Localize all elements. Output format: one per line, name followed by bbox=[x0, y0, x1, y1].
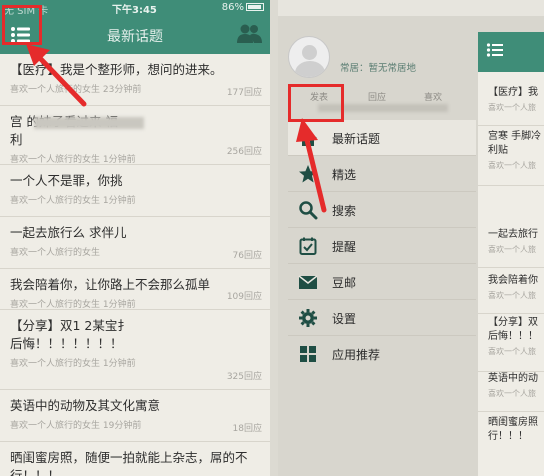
contacts-button[interactable] bbox=[236, 21, 262, 47]
topic-list-screen: 无 SIM 卡 下午3:45 86% 最新话题 【医疗】我是个整形师，想问的进来… bbox=[0, 0, 270, 476]
list-item[interactable]: 我会陪着你，让你路上不会那么孤单 喜欢一个人旅行的女生 1分钟前 109回应 bbox=[0, 269, 270, 310]
topic-title: 【医疗】我 bbox=[488, 87, 538, 98]
topic-title: 英语中的动 bbox=[488, 373, 538, 384]
reply-count: 109回应 bbox=[226, 292, 262, 302]
reply-count: 76回应 bbox=[232, 251, 262, 261]
topic-title: 晒闺蜜房照 行！！！ bbox=[488, 417, 538, 442]
resident-location: 常居：暂无常居地 bbox=[340, 63, 417, 74]
gear-icon bbox=[299, 309, 317, 327]
annotation-arrow bbox=[26, 44, 87, 107]
list-item[interactable]: 【分享】双 后悔！！！ 喜欢一个人旅 bbox=[478, 316, 544, 372]
topic-title: 一起去旅行么 求伴儿 bbox=[10, 225, 127, 240]
annotation-box bbox=[2, 5, 42, 45]
avatar-body bbox=[295, 61, 325, 77]
topic-title: 英语中的动物及其文化寓意 bbox=[10, 398, 161, 413]
menu-item-reminder[interactable]: 提醒 bbox=[288, 228, 476, 264]
topic-meta: 喜欢一个人旅 bbox=[488, 347, 536, 356]
clock-text: 下午3:45 bbox=[112, 5, 157, 16]
list-item[interactable]: 英语中的动 喜欢一个人旅 bbox=[478, 372, 544, 412]
apps-icon bbox=[300, 346, 316, 362]
stat-replies[interactable]: 回应 bbox=[368, 90, 386, 103]
topic-meta: 喜欢一个人旅行的女生 19分钟前 bbox=[10, 421, 142, 431]
status-bar bbox=[278, 0, 544, 16]
battery-indicator: 86% bbox=[222, 2, 264, 13]
menu-item-settings[interactable]: 设置 bbox=[288, 300, 476, 336]
topic-title: 晒闺蜜房照，随便一拍就能上杂志，屌的不 行！！！ bbox=[10, 450, 248, 476]
list-item[interactable]: 一起去旅行么 求伴儿 喜欢一个人旅行的女生 76回应 bbox=[0, 217, 270, 269]
reply-count: 256回应 bbox=[226, 147, 262, 157]
topic-title: 我会陪着你 bbox=[488, 275, 538, 286]
topic-meta: 喜欢一个人旅行的女生 1分钟前 bbox=[10, 359, 136, 369]
menu-item-apps[interactable]: 应用推荐 bbox=[288, 336, 476, 372]
topic-title: 一起去旅行 bbox=[488, 229, 538, 240]
drawer-screen: 常居：暂无常居地 发表 回应 喜欢 最新话题 精选 搜索 提醒 豆邮 设置 应用… bbox=[278, 0, 544, 476]
battery-icon bbox=[246, 3, 264, 11]
reminder-icon bbox=[299, 237, 317, 255]
users-icon bbox=[237, 24, 262, 43]
topic-title: 一个人不是罪，你挑 bbox=[10, 173, 123, 188]
list-item[interactable]: 一个人不是罪，你挑 喜欢一个人旅行的女生 1分钟前 bbox=[0, 165, 270, 217]
avatar-head bbox=[302, 45, 317, 60]
stat-likes[interactable]: 喜欢 bbox=[424, 90, 442, 103]
peek-content-panel[interactable]: 【医疗】我 喜欢一个人旅 宫寒 手脚冷 利贴 喜欢一个人旅 一起去旅行 喜欢一个… bbox=[478, 32, 544, 476]
annotation-arrow bbox=[296, 118, 327, 213]
topic-meta: 喜欢一个人旅 bbox=[488, 245, 536, 254]
menu-item-label: 提醒 bbox=[332, 240, 357, 254]
list-item[interactable]: 晒闺蜜房照，随便一拍就能上杂志，屌的不 行！！！ bbox=[0, 442, 270, 476]
mail-icon bbox=[298, 275, 318, 289]
topic-meta: 喜欢一个人旅 bbox=[488, 161, 536, 170]
list-item[interactable]: 【分享】双1 2某宝扌 后悔！！！！！！！ 喜欢一个人旅行的女生 1分钟前 32… bbox=[0, 310, 270, 390]
topic-meta: 喜欢一个人旅 bbox=[488, 389, 536, 398]
battery-text: 86% bbox=[221, 2, 244, 13]
reply-count: 177回应 bbox=[226, 88, 262, 98]
menu-item-label: 应用推荐 bbox=[332, 348, 381, 362]
reply-count: 18回应 bbox=[232, 424, 262, 434]
topic-meta: 喜欢一个人旅 bbox=[488, 103, 536, 112]
menu-item-label: 豆邮 bbox=[332, 276, 357, 290]
peek-nav-bar bbox=[478, 32, 544, 72]
topic-meta: 喜欢一个人旅 bbox=[488, 291, 536, 300]
list-item[interactable]: 一起去旅行 喜欢一个人旅 bbox=[478, 228, 544, 268]
list-menu-icon[interactable] bbox=[486, 42, 504, 58]
menu-item-mail[interactable]: 豆邮 bbox=[288, 264, 476, 300]
avatar[interactable] bbox=[288, 36, 330, 78]
list-item[interactable]: 英语中的动物及其文化寓意 喜欢一个人旅行的女生 19分钟前 18回应 bbox=[0, 390, 270, 442]
list-item[interactable]: 【医疗】我 喜欢一个人旅 bbox=[478, 86, 544, 126]
list-item[interactable]: 晒闺蜜房照 行！！！ bbox=[478, 416, 544, 466]
reply-count: 325回应 bbox=[226, 372, 262, 382]
topic-title: 宫寒 手脚冷 利贴 bbox=[488, 131, 542, 156]
topic-title: 【分享】双1 2某宝扌 后悔！！！！！！！ bbox=[10, 318, 130, 351]
list-item[interactable]: 我会陪着你 喜欢一个人旅 bbox=[478, 274, 544, 314]
topic-title: 【分享】双 后悔！！！ bbox=[488, 317, 538, 342]
topic-meta: 喜欢一个人旅行的女生 1分钟前 bbox=[10, 196, 136, 206]
topic-meta: 喜欢一个人旅行的女生 bbox=[10, 248, 101, 258]
list-item[interactable]: 宫寒 手脚冷 利贴 喜欢一个人旅 bbox=[478, 126, 544, 186]
menu-item-label: 设置 bbox=[332, 312, 357, 326]
